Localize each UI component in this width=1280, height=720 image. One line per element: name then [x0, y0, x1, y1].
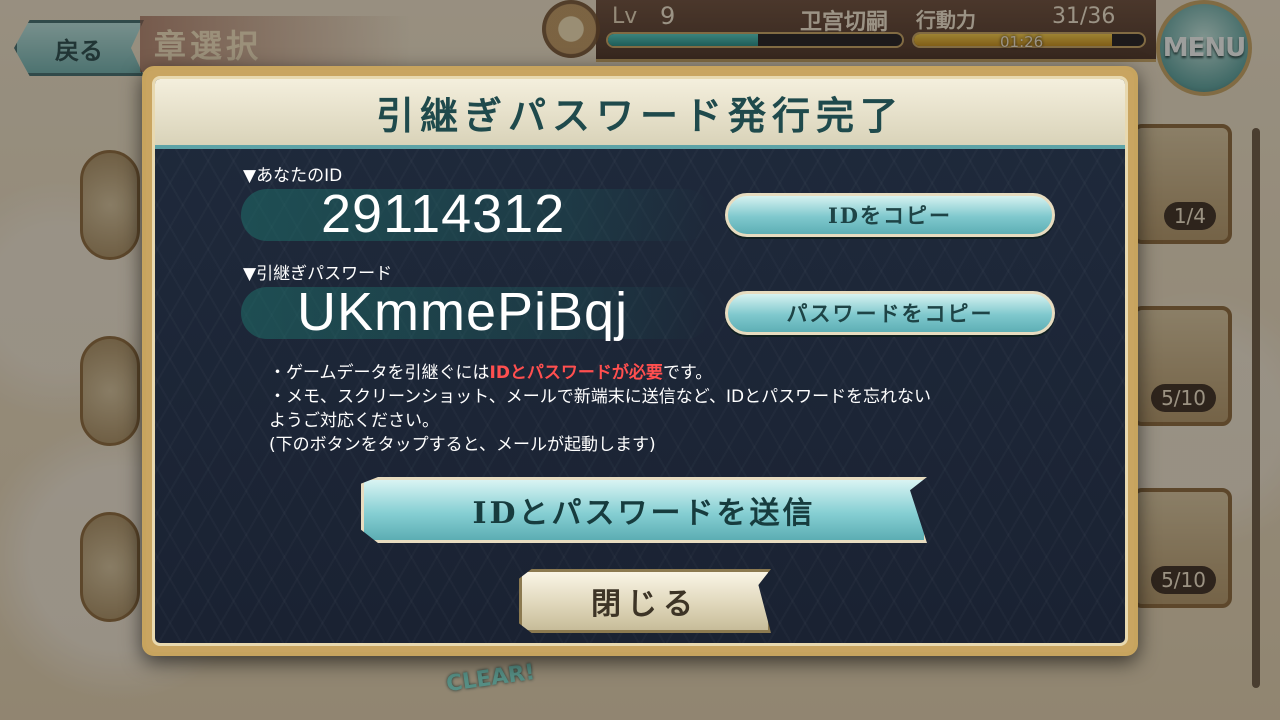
password-issued-dialog: 引継ぎパスワード発行完了 ▼あなたのID 29114312 IDをコピー ▼引継… [142, 66, 1138, 656]
transfer-notice: ・ゲームデータを引継ぐにはIDとパスワードが必要です。 ・メモ、スクリーンショッ… [269, 361, 1029, 457]
password-value: UKmmePiBqj [297, 282, 629, 342]
notice-highlight: IDとパスワードが必要 [489, 363, 663, 383]
dialog-header: 引継ぎパスワード発行完了 [155, 79, 1125, 149]
notice-line-1: ・ゲームデータを引継ぐにはIDとパスワードが必要です。 [269, 363, 713, 383]
dialog-title: 引継ぎパスワード発行完了 [375, 92, 904, 138]
notice-line-3: ようご対応ください。 [269, 411, 439, 431]
dialog-body: 引継ぎパスワード発行完了 ▼あなたのID 29114312 IDをコピー ▼引継… [152, 76, 1128, 646]
notice-line-4: (下のボタンをタップすると、メールが起動します) [269, 435, 656, 455]
id-value: 29114312 [321, 184, 566, 244]
send-id-password-button[interactable]: IDとパスワードを送信 [361, 477, 927, 543]
close-button[interactable]: 閉じる [519, 569, 771, 633]
copy-id-button[interactable]: IDをコピー [725, 193, 1055, 237]
notice-line-2: ・メモ、スクリーンショット、メールで新端末に送信など、IDとパスワードを忘れない [269, 387, 932, 407]
copy-password-button[interactable]: パスワードをコピー [725, 291, 1055, 335]
